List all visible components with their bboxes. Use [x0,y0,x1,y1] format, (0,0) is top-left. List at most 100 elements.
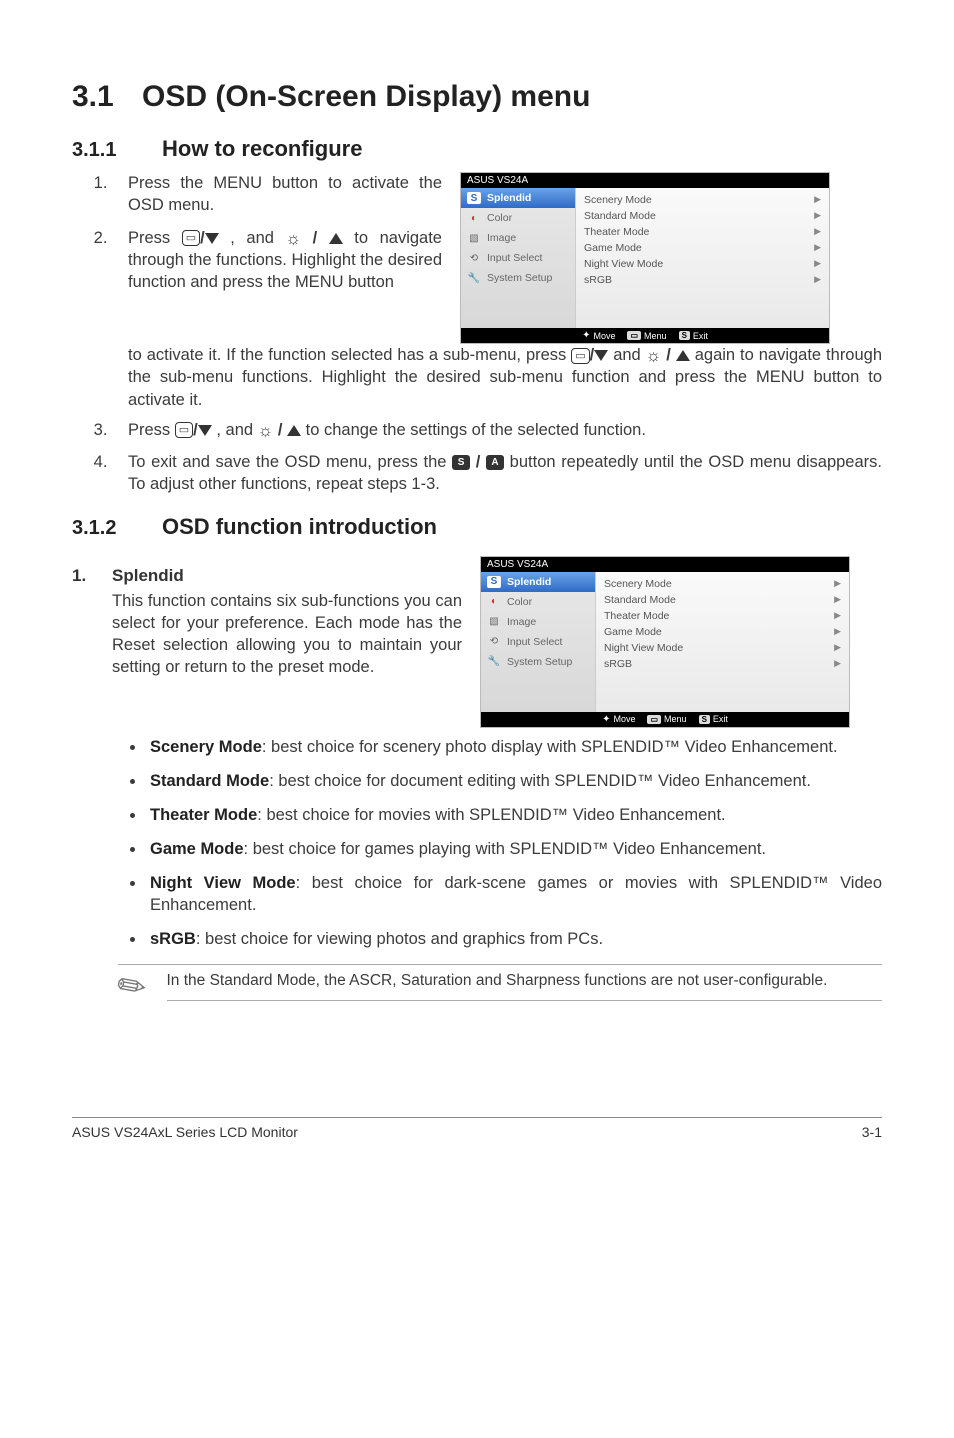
brightness-icon: ☼ [285,230,301,247]
image-icon: ▧ [467,232,481,244]
osd-sidebar-input[interactable]: ⟲Input Select [481,632,595,652]
mode-standard: Standard Mode: best choice for document … [146,770,882,792]
up-triangle-icon [287,425,301,436]
page-footer: ASUS VS24AxL Series LCD Monitor 3-1 [72,1117,882,1140]
mode-theater: Theater Mode: best choice for movies wit… [146,804,882,826]
osd-opt-standard[interactable]: Standard Mode▶ [584,208,821,224]
osd-screenshot-2: ASUS VS24A SSplendid ◐Color ▧Image ⟲Inpu… [480,556,850,728]
osd-screenshot-1: ASUS VS24A SSplendid ◐Color ▧Image ⟲Inpu… [460,172,830,344]
mode-scenery: Scenery Mode: best choice for scenery ph… [146,736,882,758]
osd-sidebar-input[interactable]: ⟲Input Select [461,248,575,268]
osd-opt-srgb[interactable]: sRGB▶ [584,272,821,288]
section-312-heading: 3.1.2OSD function introduction [72,514,882,540]
osd-opt-theater[interactable]: Theater Mode▶ [584,224,821,240]
splendid-num: 1. [72,566,112,586]
osd-sidebar-color[interactable]: ◐Color [461,208,575,228]
splendid-icon: S [467,192,481,204]
menu-key-icon: ▭ [647,715,661,724]
chevron-right-icon: ▶ [814,194,821,206]
osd-sidebar-system[interactable]: 🔧System Setup [461,268,575,288]
input-icon: ⟲ [467,252,481,264]
mode-list: Scenery Mode: best choice for scenery ph… [72,736,882,951]
chapter-text: OSD (On-Screen Display) menu [142,80,590,113]
chevron-right-icon: ▶ [834,610,841,622]
exit-key-icon: S [679,331,690,340]
pencil-icon: ✎ [109,963,155,1012]
note-text: In the Standard Mode, the ASCR, Saturati… [167,971,883,1000]
color-icon: ◐ [487,596,501,608]
osd-sidebar-image[interactable]: ▧Image [481,612,595,632]
chevron-right-icon: ▶ [814,258,821,270]
chapter-number: 3.1 [72,80,142,114]
osd-sidebar-splendid[interactable]: SSplendid [461,188,575,208]
splendid-description: This function contains six sub-functions… [72,590,462,679]
brightness-icon: ☼ [646,347,662,364]
image-icon: ▧ [487,616,501,628]
osd-main-panel: Scenery Mode▶ Standard Mode▶ Theater Mod… [576,188,829,328]
exit-key-icon: S [699,715,710,724]
step-1: Press the MENU button to activate the OS… [112,172,442,217]
chevron-right-icon: ▶ [834,578,841,590]
chevron-right-icon: ▶ [814,242,821,254]
up-triangle-icon [676,350,690,361]
osd-sidebar-splendid[interactable]: SSplendid [481,572,595,592]
splendid-icon: S [487,576,501,588]
chevron-right-icon: ▶ [834,642,841,654]
osd-sidebar: SSplendid ◐Color ▧Image ⟲Input Select 🔧S… [461,188,576,328]
splendid-heading: 1.Splendid [72,566,462,586]
osd-opt-night[interactable]: Night View Mode▶ [604,640,841,656]
osd-sidebar-system[interactable]: 🔧System Setup [481,652,595,672]
osd-opt-game[interactable]: Game Mode▶ [584,240,821,256]
mode-game: Game Mode: best choice for games playing… [146,838,882,860]
osd-titlebar: ASUS VS24A [461,173,829,188]
osd-sidebar-color[interactable]: ◐Color [481,592,595,612]
footer-left: ASUS VS24AxL Series LCD Monitor [72,1124,298,1140]
note-block: ✎ In the Standard Mode, the ASCR, Satura… [118,964,882,1007]
down-triangle-icon [198,425,212,436]
move-arrows-icon: ✦ [582,330,590,341]
section-311-heading: 3.1.1How to reconfigure [72,136,882,162]
osd-footer: ✦Move ▭Menu SExit [461,328,829,343]
menu-down-icon: ▭ [175,422,193,438]
osd-opt-theater[interactable]: Theater Mode▶ [604,608,841,624]
step-3: Press ▭/ , and ☼ / to change the setting… [112,419,882,441]
section-312-text: OSD function introduction [162,514,437,539]
up-triangle-icon [329,233,343,244]
menu-down-icon: ▭ [182,230,200,246]
a-button-icon: A [486,455,504,470]
move-arrows-icon: ✦ [602,714,610,725]
down-triangle-icon [594,350,608,361]
osd-titlebar: ASUS VS24A [481,557,849,572]
osd-opt-standard[interactable]: Standard Mode▶ [604,592,841,608]
osd-opt-srgb[interactable]: sRGB▶ [604,656,841,672]
chevron-right-icon: ▶ [814,274,821,286]
brightness-icon: ☼ [258,422,274,439]
menu-key-icon: ▭ [627,331,641,340]
down-triangle-icon [205,233,219,244]
osd-opt-game[interactable]: Game Mode▶ [604,624,841,640]
section-312-num: 3.1.2 [72,517,162,540]
osd-footer: ✦Move ▭Menu SExit [481,712,849,727]
osd-main-panel: Scenery Mode▶ Standard Mode▶ Theater Mod… [596,572,849,712]
footer-right: 3-1 [862,1124,882,1140]
menu-down-icon: ▭ [571,348,589,364]
color-icon: ◐ [467,212,481,224]
s-button-icon: S [452,455,470,470]
osd-sidebar-image[interactable]: ▧Image [461,228,575,248]
splendid-label: Splendid [112,566,184,585]
system-icon: 🔧 [487,656,501,668]
osd-opt-scenery[interactable]: Scenery Mode▶ [584,192,821,208]
page-title: 3.1OSD (On-Screen Display) menu [72,80,882,114]
step-2-start: Press ▭/ , and ☼ / to navigate through t… [112,227,442,294]
chevron-right-icon: ▶ [814,210,821,222]
section-311-text: How to reconfigure [162,136,362,161]
input-icon: ⟲ [487,636,501,648]
chevron-right-icon: ▶ [834,626,841,638]
mode-srgb: sRGB: best choice for viewing photos and… [146,928,882,950]
chevron-right-icon: ▶ [814,226,821,238]
step-4: To exit and save the OSD menu, press the… [112,451,882,496]
system-icon: 🔧 [467,272,481,284]
osd-opt-scenery[interactable]: Scenery Mode▶ [604,576,841,592]
osd-opt-night[interactable]: Night View Mode▶ [584,256,821,272]
step-2-continuation: to activate it. If the function selected… [128,344,882,411]
